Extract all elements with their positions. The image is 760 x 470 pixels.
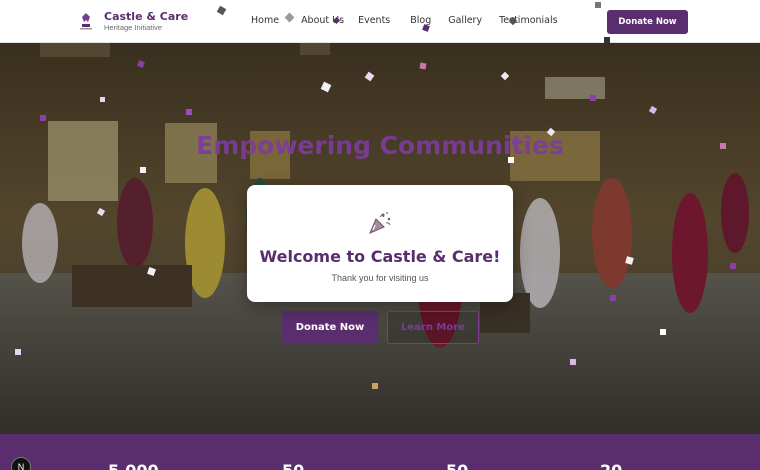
confetti-piece <box>595 2 601 8</box>
hero-title: Empowering Communities <box>196 131 564 160</box>
confetti-piece <box>372 383 378 389</box>
confetti-piece <box>730 263 736 269</box>
confetti-piece <box>660 329 666 335</box>
confetti-piece <box>570 359 576 365</box>
modal-title: Welcome to Castle & Care! <box>259 247 501 266</box>
confetti-piece <box>186 109 192 115</box>
nav-gallery[interactable]: Gallery <box>448 15 482 26</box>
confetti-piece <box>720 143 726 149</box>
confetti-piece <box>508 157 514 163</box>
brand-subtitle: Heritage Initiative <box>104 22 162 32</box>
confetti-piece <box>140 167 146 173</box>
welcome-modal: Welcome to Castle & Care! Thank you for … <box>247 185 513 302</box>
party-popper-icon <box>369 212 391 234</box>
nav-home[interactable]: Home <box>251 15 279 26</box>
main-nav: Home About Us Events Blog Gallery Testim… <box>251 15 580 26</box>
stat-value: 50 <box>446 461 468 470</box>
stats-band: 5,000 50 50 20 <box>0 434 760 470</box>
stat-value: 20 <box>600 461 622 470</box>
confetti-piece <box>610 295 616 301</box>
header-donate-button[interactable]: Donate Now <box>607 10 688 34</box>
stat-value: 5,000 <box>108 461 159 470</box>
floating-action-button[interactable]: N <box>11 457 31 470</box>
nav-events[interactable]: Events <box>358 15 390 26</box>
hero-learn-more-button[interactable]: Learn More <box>387 311 479 344</box>
site-header: Castle & Care Heritage Initiative Home A… <box>0 0 760 43</box>
hero-donate-button[interactable]: Donate Now <box>282 311 378 344</box>
modal-subtitle: Thank you for visiting us <box>331 273 429 283</box>
confetti-piece <box>604 37 610 43</box>
confetti-piece <box>40 115 46 121</box>
logo[interactable]: Castle & Care Heritage Initiative <box>76 10 188 32</box>
brand-name: Castle & Care <box>104 9 189 23</box>
nav-blog[interactable]: Blog <box>410 15 431 26</box>
confetti-piece <box>15 349 21 355</box>
logo-icon <box>80 13 92 30</box>
confetti-piece <box>419 62 427 70</box>
confetti-piece <box>100 97 105 102</box>
stat-value: 50 <box>282 461 304 470</box>
confetti-piece <box>590 95 596 101</box>
